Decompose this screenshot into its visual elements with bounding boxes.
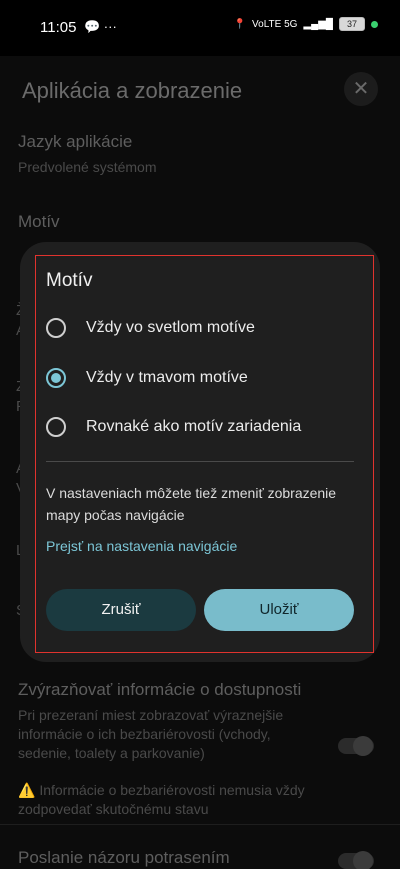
dialog-divider <box>46 461 354 462</box>
setting-accessibility[interactable]: Zvýrazňovať informácie o dostupnosti Pri… <box>18 680 378 819</box>
setting-title: Poslanie názoru potrasením <box>18 848 230 867</box>
option-label: Vždy vo svetlom motíve <box>86 319 255 336</box>
setting-value: Predvolené systémom <box>18 159 157 175</box>
radio-button[interactable] <box>46 318 66 338</box>
option-label: Vždy v tmavom motíve <box>86 369 248 386</box>
navigation-settings-link[interactable]: Prejsť na nastavenia navigácie <box>46 538 237 554</box>
option-system-theme[interactable]: Rovnaké ako motív zariadenia <box>46 410 366 444</box>
signal-icon: ▂▄▆█ <box>303 18 333 30</box>
privacy-dot-icon <box>371 20 378 28</box>
setting-feedback[interactable]: Poslanie názoru potrasením <box>18 848 378 868</box>
page-title: Aplikácia a zobrazenie <box>22 78 243 103</box>
setting-theme[interactable]: Motív <box>18 212 378 232</box>
setting-language[interactable]: Jazyk aplikácie Predvolené systémom <box>18 132 378 177</box>
feedback-toggle[interactable] <box>338 851 374 869</box>
status-bar: 11:05 💬 ··· 📍 VoLTE 5G ▂▄▆█ 37 <box>0 0 400 56</box>
option-dark-theme[interactable]: Vždy v tmavom motíve <box>46 361 366 395</box>
battery-icon: 37 <box>339 17 365 31</box>
accessibility-warning: ⚠️ Informácie o bezbariérovosti nemusia … <box>18 782 305 817</box>
divider <box>0 824 400 825</box>
location-icon: 📍 <box>233 18 247 30</box>
setting-title: Motív <box>18 212 60 231</box>
notification-icons: 💬 ··· <box>84 19 117 34</box>
accessibility-toggle[interactable] <box>338 736 374 756</box>
status-indicators: 📍 VoLTE 5G ▂▄▆█ 37 <box>234 17 378 31</box>
cancel-button[interactable]: Zrušiť <box>46 589 196 631</box>
radio-button[interactable] <box>46 417 66 437</box>
option-light-theme[interactable]: Vždy vo svetlom motíve <box>46 311 366 345</box>
option-label: Rovnaké ako motív zariadenia <box>86 418 302 435</box>
setting-title: Zvýrazňovať informácie o dostupnosti <box>18 680 302 699</box>
dialog-title: Motív <box>46 270 93 291</box>
setting-description: Pri prezeraní miest zobrazovať výraznejš… <box>18 707 284 761</box>
dialog-info-text: V nastaveniach môžete tiež zmeniť zobraz… <box>46 485 337 523</box>
close-button[interactable]: ✕ <box>344 72 378 106</box>
radio-button-selected[interactable] <box>46 368 66 388</box>
status-time: 11:05 <box>40 19 77 36</box>
setting-title: Jazyk aplikácie <box>18 132 133 151</box>
network-label: VoLTE 5G <box>252 18 298 30</box>
save-button[interactable]: Uložiť <box>204 589 354 631</box>
